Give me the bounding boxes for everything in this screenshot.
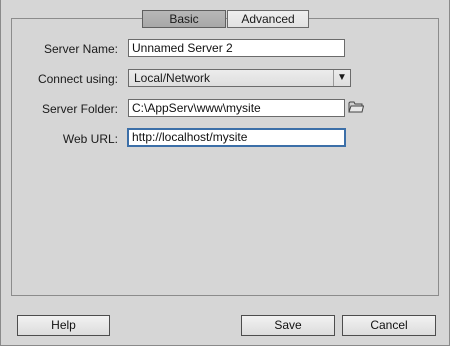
tab-advanced[interactable]: Advanced (227, 10, 309, 28)
server-name-input[interactable] (128, 39, 345, 57)
server-name-label: Server Name: (43, 42, 118, 56)
folder-icon[interactable] (348, 100, 365, 114)
connect-using-label: Connect using: (37, 72, 118, 86)
connect-using-row: Connect using: Local/Network ▼ (12, 69, 438, 89)
connect-using-select[interactable]: Local/Network ▼ (128, 69, 351, 87)
chevron-down-icon: ▼ (333, 70, 350, 86)
help-button[interactable]: Help (17, 315, 110, 336)
web-url-row: Web URL: (12, 128, 438, 149)
save-button[interactable]: Save (241, 315, 335, 336)
server-name-row: Server Name: (12, 39, 438, 59)
server-folder-input[interactable] (128, 99, 345, 117)
connect-using-value: Local/Network (134, 71, 211, 85)
cancel-button[interactable]: Cancel (342, 315, 436, 336)
tab-basic[interactable]: Basic (142, 10, 226, 28)
server-folder-label: Server Folder: (41, 102, 118, 116)
tab-bar: Basic Advanced (142, 10, 309, 28)
web-url-label: Web URL: (62, 132, 118, 146)
server-setup-dialog: Basic Advanced Server Name: Connect usin… (0, 0, 450, 346)
web-url-input[interactable] (127, 128, 346, 147)
basic-settings-panel: Server Name: Connect using: Local/Networ… (11, 18, 439, 296)
server-folder-row: Server Folder: (12, 99, 438, 119)
